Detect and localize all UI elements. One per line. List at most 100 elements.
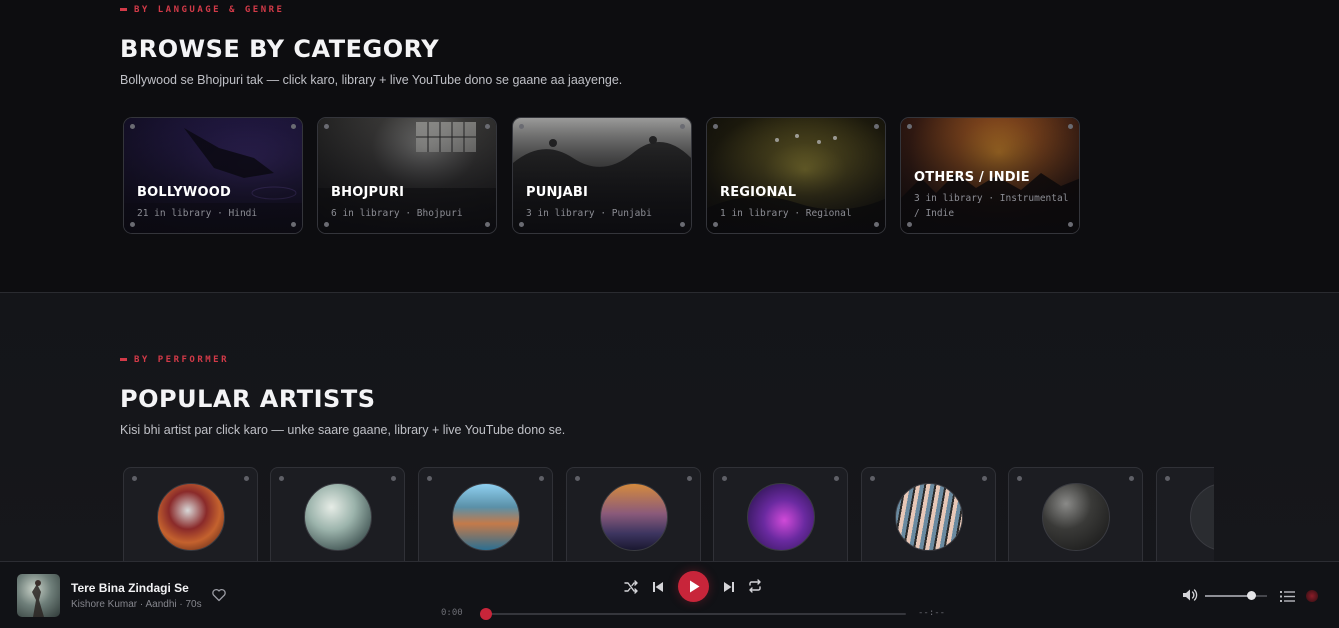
corner-dot: [1017, 476, 1022, 481]
artist-card[interactable]: [566, 467, 701, 562]
corner-dot: [324, 124, 329, 129]
category-name: REGIONAL: [720, 185, 797, 200]
artists-title: POPULAR ARTISTS: [120, 385, 376, 413]
artist-card[interactable]: [123, 467, 258, 562]
corner-dot: [279, 476, 284, 481]
category-title: BROWSE BY CATEGORY: [120, 35, 440, 63]
category-card-punjabi[interactable]: PUNJABI 3 in library · Punjabi: [512, 117, 692, 234]
corner-dot: [244, 476, 249, 481]
corner-dot: [982, 476, 987, 481]
artist-card[interactable]: [861, 467, 996, 562]
artwork-figure: [32, 580, 44, 617]
time-current: 0:00: [441, 608, 463, 618]
corner-dot: [519, 124, 524, 129]
corner-dot: [324, 222, 329, 227]
corner-dot: [834, 476, 839, 481]
category-name: PUNJABI: [526, 185, 589, 200]
category-name: BOLLYWOOD: [137, 185, 231, 200]
artist-card[interactable]: [713, 467, 848, 562]
eyebrow-dash: [120, 8, 127, 11]
shuffle-icon[interactable]: [623, 579, 639, 595]
corner-dot: [713, 222, 718, 227]
artist-card-row: [123, 467, 1214, 562]
category-eyebrow-text: BY LANGUAGE & GENRE: [134, 5, 285, 15]
corner-dot: [722, 476, 727, 481]
now-playing-artwork[interactable]: [17, 574, 60, 617]
play-button[interactable]: [678, 571, 709, 602]
corner-dot: [427, 476, 432, 481]
player-bar: Tere Bina Zindagi Se Kishore Kumar · Aan…: [0, 561, 1339, 628]
volume-fill: [1205, 595, 1252, 597]
artist-card[interactable]: [270, 467, 405, 562]
corner-dot: [680, 222, 685, 227]
category-meta: 1 in library · Regional: [720, 208, 852, 219]
category-section: BY LANGUAGE & GENRE BROWSE BY CATEGORY B…: [0, 0, 1339, 292]
artists-eyebrow: BY PERFORMER: [120, 355, 229, 365]
corner-dot: [291, 222, 296, 227]
corner-dot: [713, 124, 718, 129]
play-icon: [690, 580, 700, 593]
corner-dot: [687, 476, 692, 481]
corner-dot: [391, 476, 396, 481]
category-meta: 6 in library · Bhojpuri: [331, 208, 463, 219]
corner-dot: [1068, 222, 1073, 227]
corner-dot: [874, 124, 879, 129]
corner-dot: [485, 124, 490, 129]
progress-knob[interactable]: [480, 608, 492, 620]
category-meta: 21 in library · Hindi: [137, 208, 258, 219]
category-name: OTHERS / INDIE: [914, 170, 1030, 185]
heart-icon[interactable]: [211, 587, 227, 603]
corner-dot: [1165, 476, 1170, 481]
volume-knob[interactable]: [1247, 591, 1256, 600]
category-eyebrow: BY LANGUAGE & GENRE: [120, 5, 284, 15]
corner-dot: [132, 476, 137, 481]
corner-dot: [130, 222, 135, 227]
progress-bar[interactable]: [480, 608, 906, 620]
artists-eyebrow-text: BY PERFORMER: [134, 355, 230, 365]
time-total: --:--: [918, 608, 946, 618]
eyebrow-dash: [120, 358, 127, 361]
artist-card[interactable]: [1008, 467, 1143, 562]
corner-dot: [907, 124, 912, 129]
artist-avatar-dj: [747, 483, 815, 551]
corner-dot: [539, 476, 544, 481]
skip-previous-icon[interactable]: [651, 579, 665, 593]
corner-dot: [870, 476, 875, 481]
corner-dot: [519, 222, 524, 227]
volume-slider[interactable]: [1205, 591, 1267, 600]
artist-avatar-crowd: [452, 483, 520, 551]
category-card-regional[interactable]: REGIONAL 1 in library · Regional: [706, 117, 886, 234]
corner-dot: [680, 124, 685, 129]
artist-avatar-microphone: [157, 483, 225, 551]
corner-dot: [130, 124, 135, 129]
category-subtitle: Bollywood se Bhojpuri tak — click karo, …: [120, 73, 623, 87]
corner-dot: [291, 124, 296, 129]
artist-card[interactable]: [418, 467, 553, 562]
category-card-bhojpuri[interactable]: BHOJPURI 6 in library · Bhojpuri: [317, 117, 497, 234]
artist-avatar-hands: [1042, 483, 1110, 551]
corner-dot: [907, 222, 912, 227]
artist-avatar-singer: [304, 483, 372, 551]
artist-avatar-studio: [600, 483, 668, 551]
corner-dot: [874, 222, 879, 227]
corner-dot: [1129, 476, 1134, 481]
artist-card[interactable]: [1156, 467, 1214, 562]
category-meta: 3 in library · Instrumental / Indie: [914, 193, 1069, 219]
category-meta: 3 in library · Punjabi: [526, 208, 652, 219]
artists-subtitle: Kisi bhi artist par click karo — unke sa…: [120, 423, 566, 437]
track-title[interactable]: Tere Bina Zindagi Se: [71, 581, 189, 595]
corner-dot: [575, 476, 580, 481]
category-card-bollywood[interactable]: BOLLYWOOD 21 in library · Hindi: [123, 117, 303, 234]
artist-avatar-guitarist: [895, 483, 963, 551]
volume-icon[interactable]: [1181, 587, 1199, 603]
category-card-others-indie[interactable]: OTHERS / INDIE 3 in library · Instrument…: [900, 117, 1080, 234]
corner-dot: [485, 222, 490, 227]
skip-next-icon[interactable]: [722, 579, 736, 593]
corner-dot: [1068, 124, 1073, 129]
category-name: BHOJPURI: [331, 185, 405, 200]
status-indicator-dot[interactable]: [1306, 590, 1318, 602]
track-subtitle: Kishore Kumar · Aandhi · 70s: [71, 599, 202, 610]
repeat-icon[interactable]: [747, 578, 763, 594]
artist-avatar: [1190, 483, 1214, 551]
queue-list-icon[interactable]: [1280, 588, 1295, 602]
